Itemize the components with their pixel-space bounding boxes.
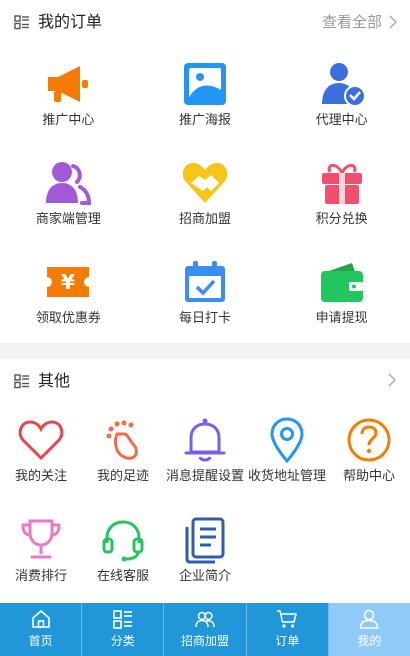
tab-orders[interactable]: 订单 <box>247 603 329 656</box>
grid-item-company-profile[interactable]: 企业简介 <box>164 503 246 603</box>
grid-item-address-management[interactable]: 收货地址管理 <box>246 403 328 503</box>
handshake-icon <box>182 163 228 203</box>
orders-section: 我的订单 查看全部 推广中心 推广海报 代理中心 商家端管理 招商加盟 积分兑换… <box>0 0 410 343</box>
cart-icon <box>277 610 298 628</box>
grid-item-daily-checkin[interactable]: 每日打卡 <box>137 242 274 341</box>
grid-item-merchant-management[interactable]: 商家端管理 <box>0 143 137 242</box>
orders-grid: 推广中心 推广海报 代理中心 商家端管理 招商加盟 积分兑换 ¥ 领取优惠券 每… <box>0 44 410 341</box>
grid-item-label: 商家端管理 <box>35 212 101 227</box>
chevron-right-icon[interactable] <box>387 372 397 388</box>
grid-item-label: 推广中心 <box>42 113 95 128</box>
agent-icon <box>321 63 366 107</box>
grid-item-get-coupon[interactable]: ¥ 领取优惠券 <box>0 242 137 341</box>
document-icon <box>185 517 225 564</box>
users-icon <box>195 611 215 628</box>
grid-item-promotion-center[interactable]: 推广中心 <box>0 44 137 143</box>
grid-item-label: 消费排行 <box>14 569 67 584</box>
grid-item-label: 在线客服 <box>96 569 149 584</box>
headset-icon <box>102 520 144 562</box>
view-all-label: 查看全部 <box>321 13 382 31</box>
tab-home[interactable]: 首页 <box>0 603 83 656</box>
gift-icon <box>321 163 362 204</box>
grid-item-label: 收货地址管理 <box>247 469 326 484</box>
grid-item-points-exchange[interactable]: 积分兑换 <box>273 143 410 242</box>
tab-label: 招商加盟 <box>181 634 230 648</box>
tab-label: 订单 <box>275 634 300 648</box>
tab-mine[interactable]: 我的 <box>328 603 410 656</box>
grid-item-label: 招商加盟 <box>178 212 231 227</box>
orders-header: 我的订单 查看全部 <box>0 0 410 44</box>
grid-item-label: 企业简介 <box>178 569 231 584</box>
other-header: 其他 <box>0 359 410 403</box>
grid-item-label: 申请提现 <box>315 311 368 326</box>
grid-item-agent-center[interactable]: 代理中心 <box>273 44 410 143</box>
list-icon <box>14 374 29 389</box>
grid-item-my-footprints[interactable]: 我的足迹 <box>82 403 164 503</box>
grid-item-help-center[interactable]: 帮助中心 <box>328 403 410 503</box>
tab-franchise[interactable]: 招商加盟 <box>164 603 247 656</box>
trophy-icon <box>21 519 61 559</box>
grid-item-label: 推广海报 <box>178 113 231 128</box>
chevron-right-icon <box>389 15 398 29</box>
grid-item-label: 代理中心 <box>315 113 368 128</box>
poster-icon <box>183 63 226 105</box>
tab-category[interactable]: 分类 <box>82 603 165 656</box>
grid-item-label: 消息提醒设置 <box>165 469 244 484</box>
bottom-tab-bar: 首页 分类 招商加盟 订单 我的 <box>0 603 410 656</box>
tab-label: 我的 <box>357 634 382 648</box>
footprint-icon <box>106 420 138 460</box>
other-section: 其他 我的关注 我的足迹 消息提醒设置 收货地址管理 帮助中心 消费排行 在线客… <box>0 359 410 605</box>
grid-item-promotion-poster[interactable]: 推广海报 <box>137 44 274 143</box>
other-title: 其他 <box>38 371 71 390</box>
wallet-icon <box>320 263 363 302</box>
grid-item-label: 我的足迹 <box>96 469 149 484</box>
grid-item-label: 积分兑换 <box>315 212 368 227</box>
profile-page: 我的订单 查看全部 推广中心 推广海报 代理中心 商家端管理 招商加盟 积分兑换… <box>0 0 410 656</box>
tab-label: 首页 <box>28 634 53 648</box>
grid-item-label: 领取优惠券 <box>35 311 101 326</box>
grid-item-message-reminder-settings[interactable]: 消息提醒设置 <box>164 403 246 503</box>
heart-icon <box>18 420 64 461</box>
grid-item-online-service[interactable]: 在线客服 <box>82 503 164 603</box>
list-icon <box>14 15 29 30</box>
user-icon <box>360 609 379 629</box>
coupon-icon: ¥ <box>47 267 90 297</box>
grid-item-label: 我的关注 <box>14 469 67 484</box>
view-all-link[interactable]: 查看全部 <box>322 11 398 33</box>
home-icon <box>31 610 50 628</box>
calendar-check-icon <box>184 261 225 302</box>
help-icon <box>347 418 391 462</box>
grid-item-label: 每日打卡 <box>178 311 231 326</box>
grid-item-label: 帮助中心 <box>342 469 395 484</box>
grid-item-franchise[interactable]: 招商加盟 <box>137 143 274 242</box>
orders-title: 我的订单 <box>38 12 103 31</box>
other-grid: 我的关注 我的足迹 消息提醒设置 收货地址管理 帮助中心 消费排行 在线客服 企… <box>0 403 410 603</box>
location-pin-icon <box>270 417 304 464</box>
svg-text:¥: ¥ <box>61 270 75 294</box>
megaphone-icon <box>48 66 89 102</box>
grid-item-my-follows[interactable]: 我的关注 <box>0 403 82 503</box>
grid-item-consumption-ranking[interactable]: 消费排行 <box>0 503 82 603</box>
grid-item-withdraw[interactable]: 申请提现 <box>273 242 410 341</box>
tab-label: 分类 <box>110 634 135 648</box>
merchant-icon <box>46 162 92 205</box>
category-icon <box>112 610 132 629</box>
bell-icon <box>184 418 226 462</box>
